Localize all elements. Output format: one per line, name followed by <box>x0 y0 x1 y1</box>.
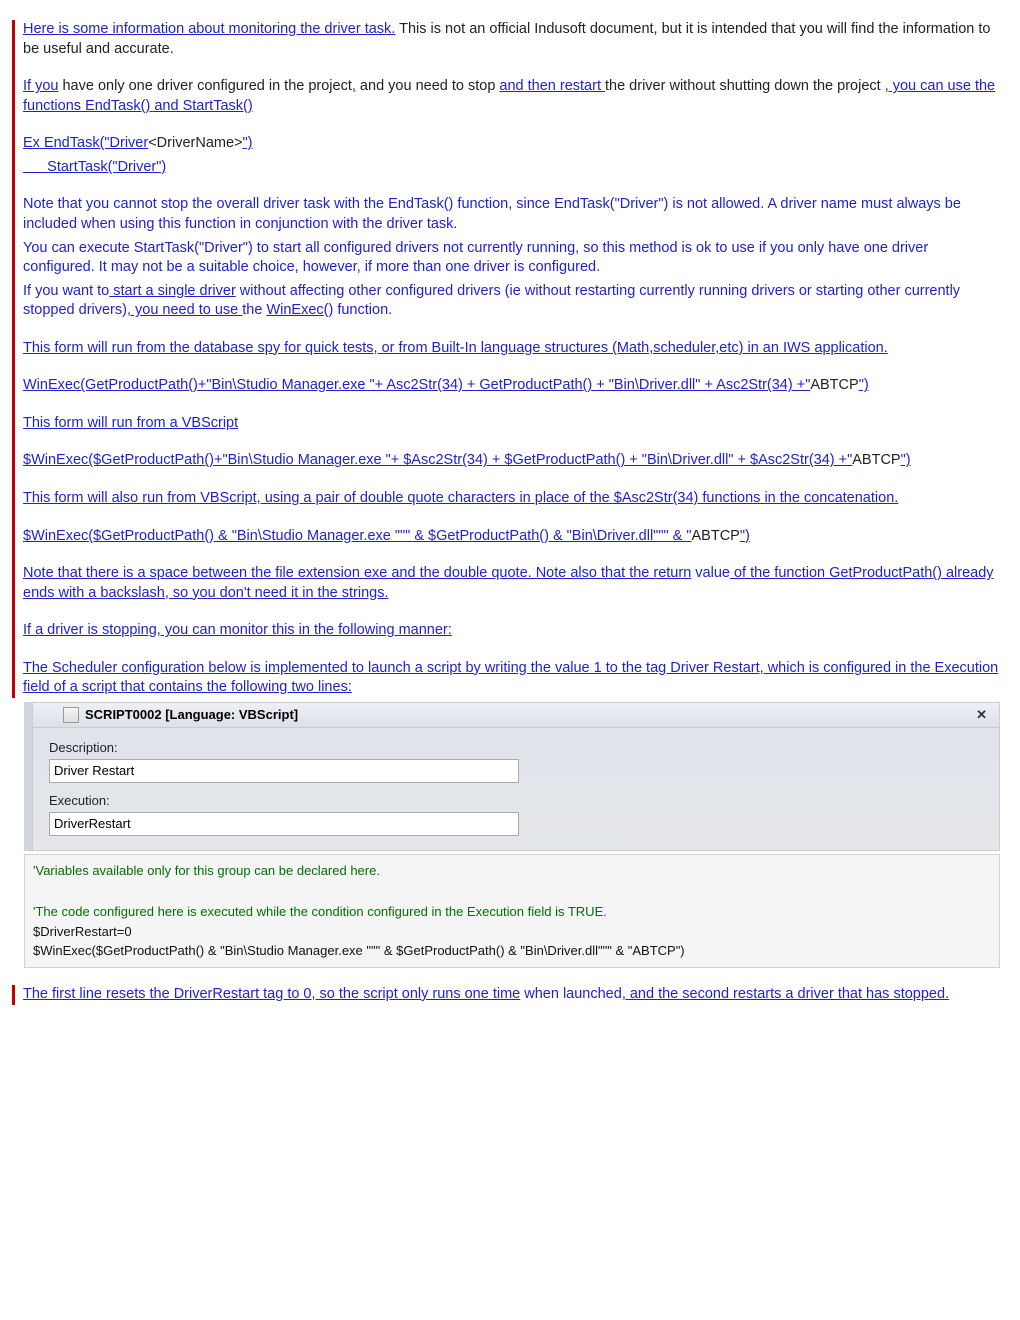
tab-title[interactable]: SCRIPT0002 [Language: VBScript] <box>85 707 298 722</box>
t: If you <box>23 78 58 94</box>
code-winexec-builtin: WinExec(GetProductPath()+"Bin\Studio Man… <box>23 376 1000 396</box>
t: ") <box>243 135 253 151</box>
close-icon[interactable]: ✕ <box>976 707 987 723</box>
t: Note that there is a space between the f… <box>23 565 691 581</box>
t: <DriverName> <box>148 135 242 151</box>
code-line: $DriverRestart=0 <box>33 922 991 942</box>
t: the <box>242 302 266 318</box>
t: StartTask("Driver") <box>23 159 166 175</box>
code-winexec-vbs: $WinExec($GetProductPath()+"Bin\Studio M… <box>23 451 1000 471</box>
para-form-dblquote: This form will also run from VBScript, u… <box>23 489 1000 509</box>
t: the driver without shutting down the pro… <box>605 78 885 94</box>
para-single-driver: If you have only one driver configured i… <box>23 77 1000 116</box>
t: when launched <box>520 986 622 1002</box>
t: WinExec(GetProductPath()+"Bin\Studio Man… <box>23 377 810 393</box>
t: and you need to stop <box>356 78 500 94</box>
para-first-line: The first line resets the DriverRestart … <box>23 985 1000 1005</box>
t: () function. <box>324 302 393 318</box>
para-monitor-stopping: If a driver is stopping, you can monitor… <box>23 621 1000 641</box>
t: value <box>691 565 730 581</box>
script-form: Description: Execution: <box>32 728 1000 851</box>
script-editor-header: SCRIPT0002 [Language: VBScript] ✕ Descri… <box>24 702 1000 851</box>
t: ABTCP <box>852 452 900 468</box>
code-winexec-dblquote: $WinExec($GetProductPath() & "Bin\Studio… <box>23 527 1000 547</box>
para-scheduler-config: The Scheduler configuration below is imp… <box>23 659 1000 698</box>
t: ") <box>859 377 869 393</box>
para-note-space: Note that there is a space between the f… <box>23 564 1000 603</box>
t: r that has stopped. <box>829 986 949 1002</box>
para-note-endtask: Note that you cannot stop the overall dr… <box>23 195 1000 234</box>
example-starttask: StartTask("Driver") <box>23 158 1000 178</box>
description-field[interactable] <box>49 759 519 783</box>
t: Ex EndTask("Driver <box>23 135 148 151</box>
para-winexec-intro: If you want to start a single driver wit… <box>23 282 1000 321</box>
script-code-body[interactable]: 'Variables available only for this group… <box>24 854 1000 968</box>
description-label: Description: <box>49 740 983 755</box>
t: Here is some information about monitorin… <box>23 21 395 37</box>
t: The first line resets the DriverRestart … <box>23 986 520 1002</box>
t: $WinExec($GetProductPath() & "Bin\Studio… <box>23 528 692 544</box>
execution-field[interactable] <box>49 812 519 836</box>
t: and then restart <box>499 78 605 94</box>
tab-bar: SCRIPT0002 [Language: VBScript] ✕ <box>32 702 1000 728</box>
script-icon <box>63 707 79 723</box>
para-starttask-all: You can execute StartTask("Driver") to s… <box>23 239 1000 278</box>
t: ") <box>740 528 750 544</box>
para-intro: Here is some information about monitorin… <box>23 20 1000 59</box>
t: ABTCP <box>810 377 858 393</box>
t: , you need to use <box>127 302 242 318</box>
t: start a single driver <box>109 283 236 299</box>
t: ABTCP <box>692 528 740 544</box>
code-line: 'The code configured here is executed wh… <box>33 902 991 922</box>
code-line: 'Variables available only for this group… <box>33 861 991 881</box>
t: If you want to <box>23 283 109 299</box>
para-form-dbspy: This form will run from the database spy… <box>23 339 1000 359</box>
example-endtask: Ex EndTask("Driver<DriverName>") <box>23 134 1000 154</box>
t: have only one driver configured in the p… <box>58 78 351 94</box>
t: , and the second restarts a drive <box>622 986 829 1002</box>
code-line: $WinExec($GetProductPath() & "Bin\Studio… <box>33 941 991 961</box>
execution-label: Execution: <box>49 793 983 808</box>
para-form-vbscript: This form will run from a VBScript <box>23 414 1000 434</box>
t: $WinExec($GetProductPath()+"Bin\Studio M… <box>23 452 852 468</box>
t: WinExec <box>266 302 323 318</box>
t: ") <box>901 452 911 468</box>
